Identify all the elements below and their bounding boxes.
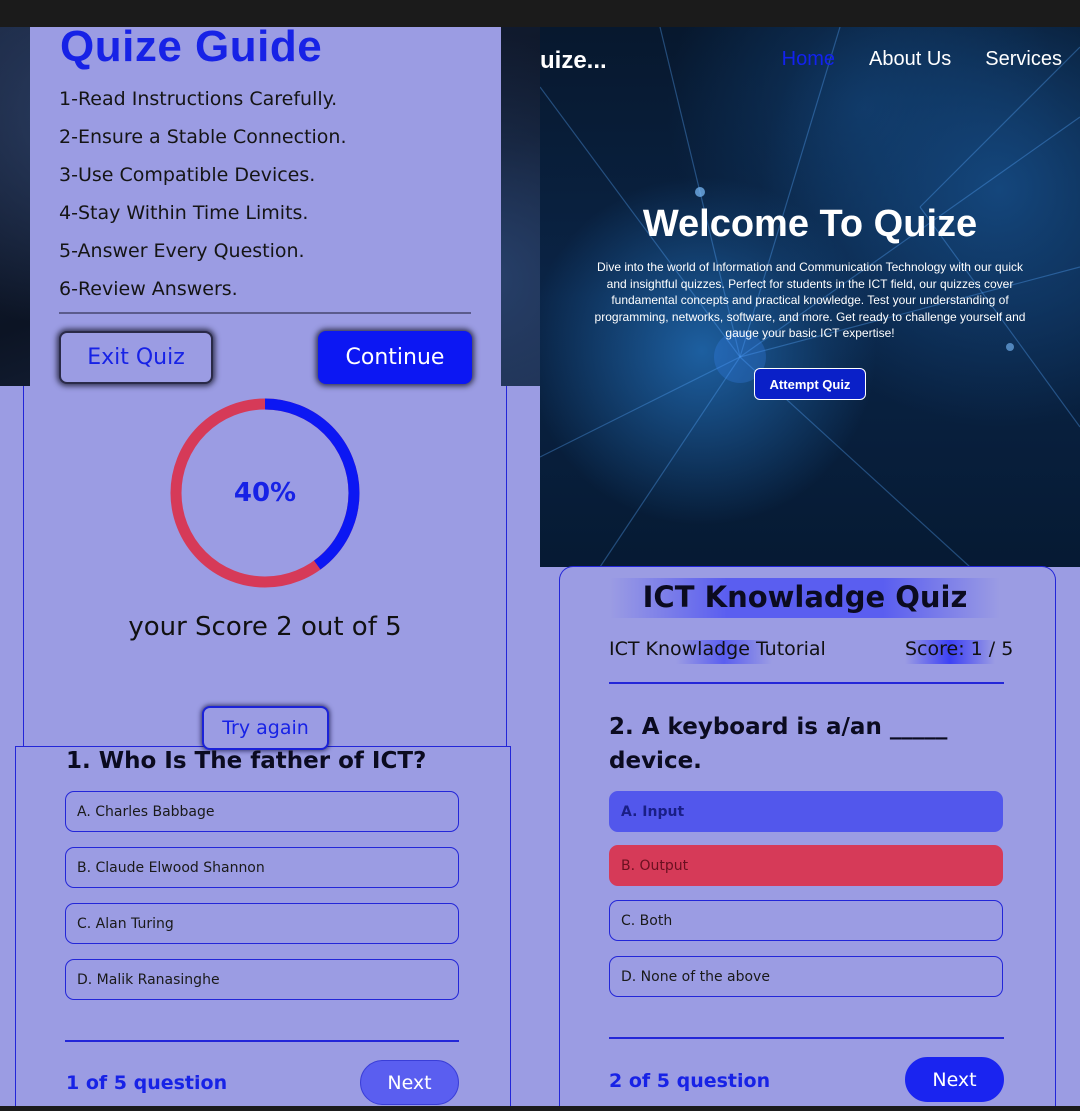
- question-text: 2. A keyboard is a/an _____ device.: [609, 710, 947, 778]
- question-line: device.: [609, 748, 702, 774]
- next-button[interactable]: Next: [360, 1060, 459, 1105]
- header-divider: [609, 682, 1004, 684]
- option-c[interactable]: C. Both: [609, 900, 1003, 941]
- question-text: 1. Who Is The father of ICT?: [66, 748, 427, 774]
- guide-rule: 1-Read Instructions Carefully.: [59, 88, 338, 110]
- hero-title: Welcome To Quize: [642, 203, 978, 245]
- option-b-wrong[interactable]: B. Output: [609, 845, 1003, 886]
- score-percentage: 40%: [233, 478, 297, 508]
- guide-divider: [59, 312, 471, 314]
- question-divider: [609, 1037, 1004, 1039]
- next-button[interactable]: Next: [905, 1057, 1004, 1102]
- option-b[interactable]: B. Claude Elwood Shannon: [65, 847, 459, 888]
- guide-rule: 4-Stay Within Time Limits.: [59, 202, 309, 224]
- guide-rule: 2-Ensure a Stable Connection.: [59, 126, 347, 148]
- guide-rule: 6-Review Answers.: [59, 278, 238, 300]
- main-nav: Home About Us Services: [782, 48, 1062, 71]
- question-divider: [65, 1040, 459, 1042]
- guide-rule: 3-Use Compatible Devices.: [59, 164, 316, 186]
- question-counter: 1 of 5 question: [66, 1072, 228, 1094]
- option-c[interactable]: C. Alan Turing: [65, 903, 459, 944]
- guide-rule: 5-Answer Every Question.: [59, 240, 305, 262]
- hero-section: uize... Home About Us Services Welcome T…: [540, 27, 1080, 567]
- quiz-score: Score: 1 / 5: [905, 638, 1014, 660]
- question-counter: 2 of 5 question: [609, 1070, 771, 1092]
- option-d[interactable]: D. None of the above: [609, 956, 1003, 997]
- quiz-subtitle: ICT Knowladge Tutorial: [609, 638, 826, 660]
- nav-about-us[interactable]: About Us: [869, 48, 951, 71]
- site-logo[interactable]: uize...: [540, 47, 607, 75]
- guide-title: Quize Guide: [60, 22, 323, 71]
- quiz-title: ICT Knowladge Quiz: [642, 580, 968, 614]
- nav-home[interactable]: Home: [782, 48, 835, 71]
- option-a-correct[interactable]: A. Input: [609, 791, 1003, 832]
- continue-button[interactable]: Continue: [318, 331, 472, 384]
- exit-quiz-button[interactable]: Exit Quiz: [59, 331, 213, 384]
- question-line: 2. A keyboard is a/an _____: [609, 714, 948, 740]
- option-d[interactable]: D. Malik Ranasinghe: [65, 959, 459, 1000]
- guide-rules-list: 1-Read Instructions Carefully. 2-Ensure …: [59, 80, 347, 308]
- hero-description: Dive into the world of Information and C…: [594, 260, 1026, 340]
- bottom-bar: [0, 1106, 1080, 1111]
- option-a[interactable]: A. Charles Babbage: [65, 791, 459, 832]
- score-summary: your Score 2 out of 5: [128, 612, 402, 642]
- attempt-quiz-button[interactable]: Attempt Quiz: [754, 368, 866, 400]
- nav-services[interactable]: Services: [985, 48, 1062, 71]
